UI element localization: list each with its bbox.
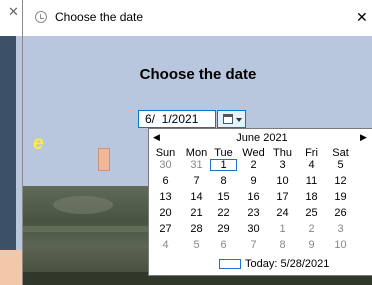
- background-window-footer: [0, 250, 22, 285]
- weekday-label: Thu: [273, 147, 292, 159]
- month-calendar-popup: ◀ June 2021 ▶ Sun Mon Tue Wed Thu Fri Sa…: [148, 128, 372, 276]
- calendar-week-row: 4 5 6 7 8 9 10: [149, 239, 372, 251]
- weekday-label: Wed: [242, 147, 265, 159]
- calendar-day[interactable]: 4: [298, 159, 325, 171]
- weekday-label: Mon: [185, 147, 208, 159]
- calendar-day[interactable]: 6: [152, 175, 179, 187]
- calendar-day[interactable]: 5: [183, 239, 210, 251]
- calendar-week-row: 30 31 1 2 3 4 5: [149, 159, 372, 171]
- chevron-down-icon: [236, 118, 242, 122]
- calendar-day[interactable]: 17: [269, 191, 296, 203]
- today-marker: [219, 259, 241, 269]
- calendar-day[interactable]: 18: [298, 191, 325, 203]
- selected-day[interactable]: 1: [210, 159, 237, 171]
- calendar-day[interactable]: 14: [183, 191, 210, 203]
- calendar-day[interactable]: 4: [152, 239, 179, 251]
- background-window: ✕: [0, 0, 22, 285]
- calendar-day[interactable]: 28: [183, 223, 210, 235]
- weekday-label: Sat: [332, 147, 349, 159]
- next-month-button[interactable]: ▶: [360, 132, 367, 143]
- calendar-day[interactable]: 30: [152, 159, 179, 171]
- calendar-day[interactable]: 20: [152, 207, 179, 219]
- calendar-day[interactable]: 29: [210, 223, 237, 235]
- weekday-label: Sun: [155, 147, 176, 159]
- calendar-day[interactable]: 13: [152, 191, 179, 203]
- calendar-day[interactable]: 2: [298, 223, 325, 235]
- clock-icon: [35, 11, 47, 23]
- weekday-header: Sun Mon Tue Wed Thu Fri Sat: [149, 147, 372, 159]
- photo-caption-fragment: e: [33, 133, 44, 154]
- calendar-day[interactable]: 26: [327, 207, 354, 219]
- close-icon[interactable]: ✕: [356, 10, 368, 24]
- dialog-titlebar: Choose the date ✕: [23, 0, 372, 36]
- hidden-button-edge[interactable]: [98, 148, 110, 171]
- dialog-title: Choose the date: [55, 10, 144, 24]
- calendar-day[interactable]: 23: [240, 207, 267, 219]
- weekday-label: Tue: [214, 147, 233, 159]
- photo-detail: [53, 196, 113, 214]
- calendar-day[interactable]: 30: [240, 223, 267, 235]
- calendar-day[interactable]: 9: [240, 175, 267, 187]
- calendar-day[interactable]: 12: [327, 175, 354, 187]
- calendar-day[interactable]: 11: [298, 175, 325, 187]
- calendar-day[interactable]: 7: [183, 175, 210, 187]
- month-title[interactable]: June 2021: [149, 132, 372, 144]
- calendar-day[interactable]: 10: [327, 239, 354, 251]
- calendar-week-row: 20 21 22 23 24 25 26: [149, 207, 372, 219]
- calendar-day[interactable]: 3: [269, 159, 296, 171]
- calendar-icon: [223, 114, 233, 124]
- calendar-day[interactable]: 8: [269, 239, 296, 251]
- calendar-day[interactable]: 8: [210, 175, 237, 187]
- calendar-day[interactable]: 15: [210, 191, 237, 203]
- calendar-day[interactable]: 6: [210, 239, 237, 251]
- calendar-day[interactable]: 21: [183, 207, 210, 219]
- background-window-panel: [0, 36, 16, 250]
- calendar-day[interactable]: 5: [327, 159, 354, 171]
- calendar-day[interactable]: 1: [269, 223, 296, 235]
- calendar-day[interactable]: 24: [269, 207, 296, 219]
- today-link[interactable]: Today: 5/28/2021: [245, 258, 329, 270]
- calendar-week-row: 27 28 29 30 1 2 3: [149, 223, 372, 235]
- choose-date-dialog: Choose the date ✕ Choose the date e 6/ 1…: [22, 0, 372, 285]
- calendar-dropdown-button[interactable]: [217, 110, 246, 128]
- dialog-heading: Choose the date: [139, 66, 257, 83]
- calendar-day[interactable]: 16: [240, 191, 267, 203]
- date-input[interactable]: 6/ 1/2021: [138, 110, 216, 128]
- calendar-day[interactable]: 31: [183, 159, 210, 171]
- calendar-day[interactable]: 3: [327, 223, 354, 235]
- calendar-week-row: 13 14 15 16 17 18 19: [149, 191, 372, 203]
- calendar-day[interactable]: 2: [240, 159, 267, 171]
- calendar-day[interactable]: 7: [240, 239, 267, 251]
- calendar-day[interactable]: 10: [269, 175, 296, 187]
- weekday-label: Fri: [305, 147, 318, 159]
- calendar-day[interactable]: 19: [327, 191, 354, 203]
- calendar-day[interactable]: 22: [210, 207, 237, 219]
- calendar-week-row: 6 7 8 9 10 11 12: [149, 175, 372, 187]
- background-close-icon[interactable]: ✕: [8, 6, 19, 20]
- calendar-day[interactable]: 27: [152, 223, 179, 235]
- calendar-day[interactable]: 9: [298, 239, 325, 251]
- calendar-day[interactable]: 25: [298, 207, 325, 219]
